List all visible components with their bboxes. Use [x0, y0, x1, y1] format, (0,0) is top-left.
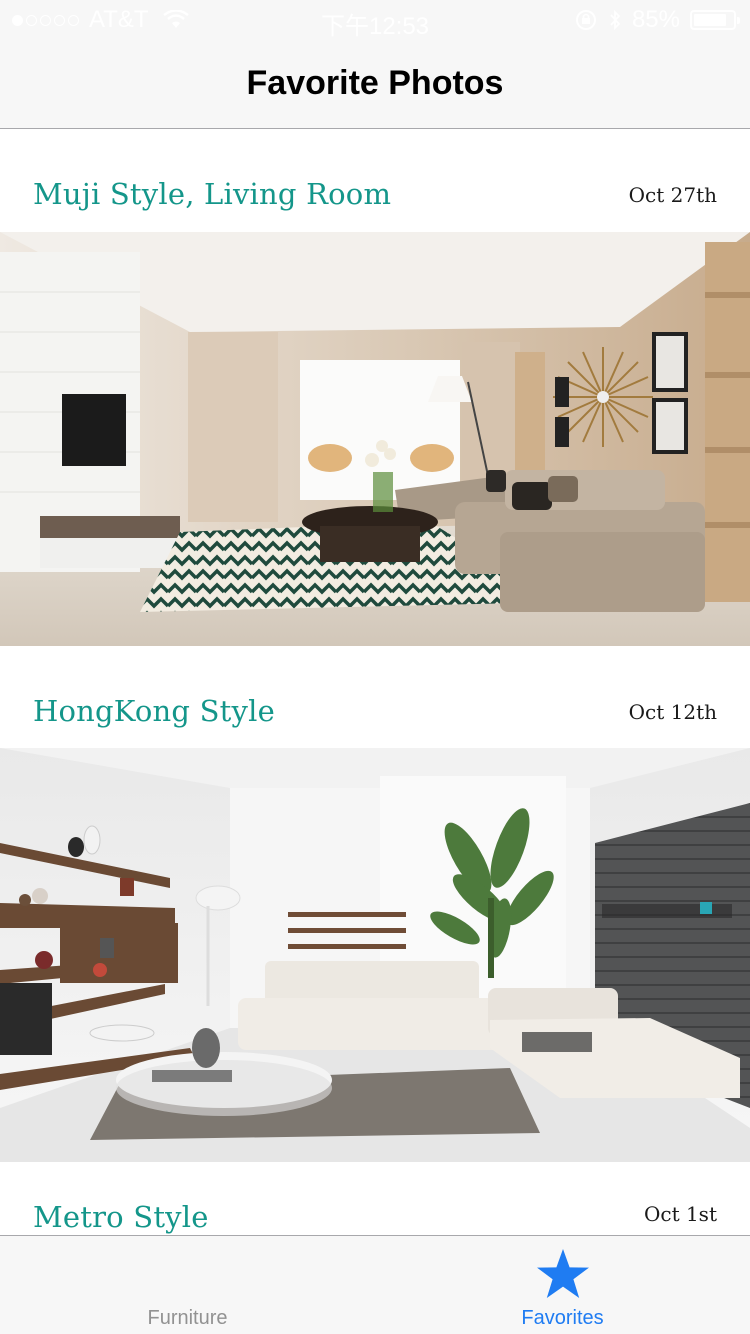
page-title: Favorite Photos [246, 64, 504, 102]
photo-date: Oct 1st [643, 1202, 717, 1226]
photo-card-header: Metro Style Oct 1st [0, 1162, 750, 1235]
photo-image[interactable] [0, 748, 750, 1162]
photo-title: Metro Style [33, 1200, 209, 1234]
tab-favorites-label: Favorites [521, 1307, 604, 1329]
battery-icon [690, 10, 740, 30]
tab-furniture[interactable]: Furniture [0, 1236, 375, 1334]
battery-percent: 85% [631, 6, 680, 33]
photo-card[interactable]: HongKong Style Oct 12th [0, 646, 750, 1162]
navigation-bar: Favorite Photos [0, 40, 750, 129]
photo-image[interactable] [0, 232, 750, 646]
photo-title: Muji Style, Living Room [33, 177, 392, 211]
bluetooth-icon [610, 9, 621, 31]
photo-title: HongKong Style [33, 694, 275, 728]
status-right: 85% [574, 6, 740, 34]
tab-furniture-label: Furniture [147, 1307, 228, 1329]
tab-favorites[interactable]: Favorites [375, 1236, 750, 1334]
photo-card-header: HongKong Style Oct 12th [0, 646, 750, 748]
tab-bar: Furniture Favorites [0, 1235, 750, 1334]
photo-card-header: Muji Style, Living Room Oct 27th [0, 129, 750, 232]
star-icon [536, 1249, 589, 1298]
status-bar: AT&T 下午12:53 85% [0, 0, 750, 40]
battery-level [694, 14, 727, 26]
photo-card[interactable]: Muji Style, Living Room Oct 27th [0, 129, 750, 646]
photo-date: Oct 12th [628, 700, 717, 724]
orientation-lock-icon [575, 10, 596, 30]
photo-card[interactable]: Metro Style Oct 1st [0, 1162, 750, 1235]
photo-date: Oct 27th [628, 183, 717, 207]
favorites-list[interactable]: Muji Style, Living Room Oct 27th HongKon… [0, 129, 750, 1235]
